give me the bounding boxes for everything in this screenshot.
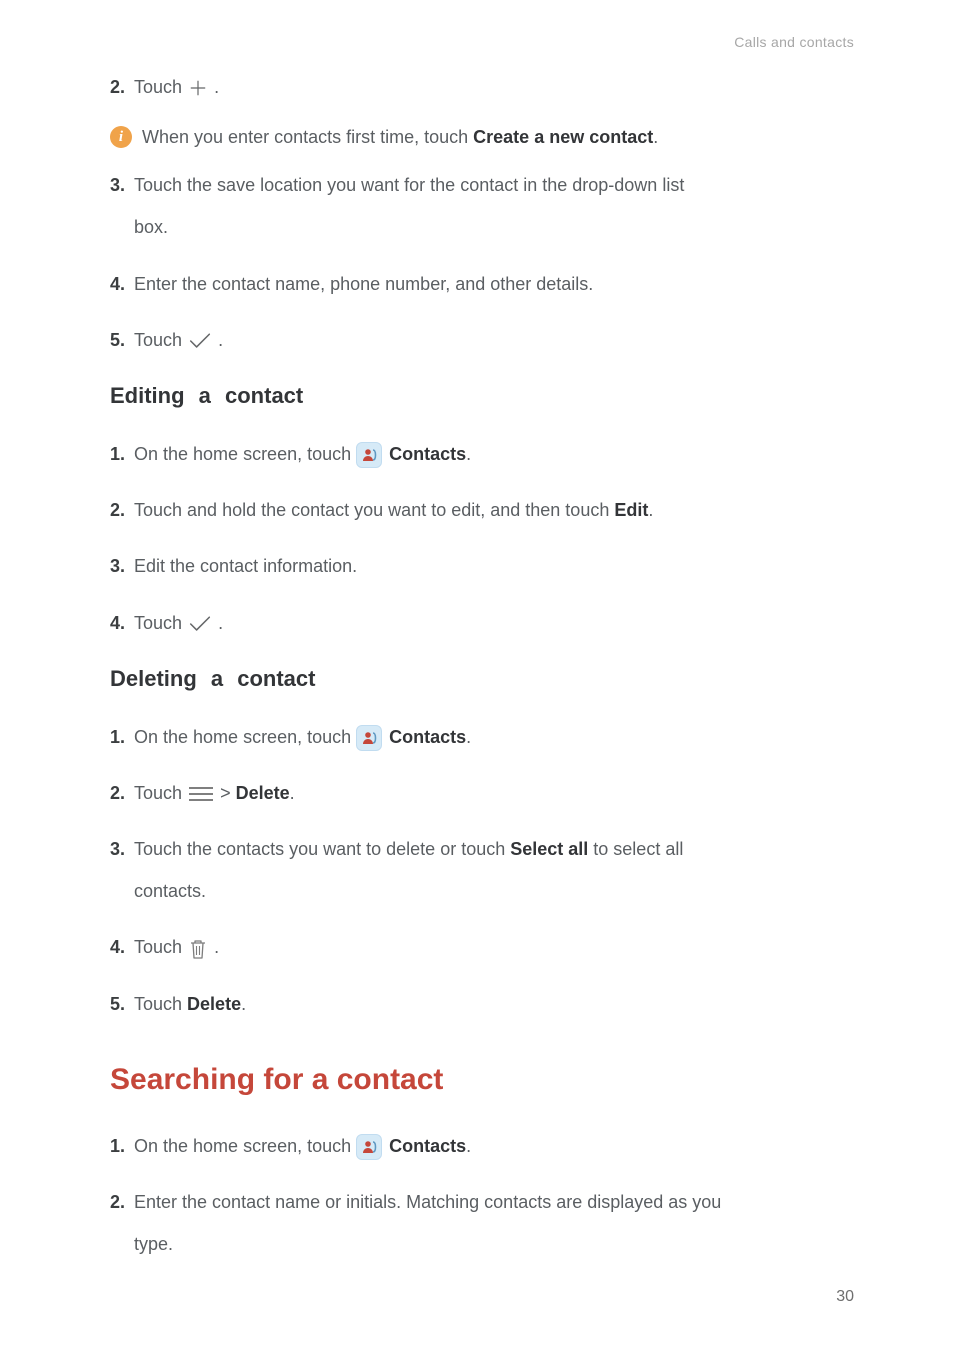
check-icon — [189, 616, 211, 632]
step-body: On the home screen, touch Contacts. — [134, 1129, 854, 1163]
page-number: 30 — [836, 1288, 854, 1306]
step-body: Touch > Delete. — [134, 776, 854, 810]
step-body: Touch the contacts you want to delete or… — [134, 832, 854, 866]
step-body: Touch . — [134, 323, 854, 357]
step-body: Touch Delete. — [134, 987, 854, 1021]
list-item: 2. Touch > Delete. — [110, 776, 854, 810]
contacts-app-icon — [356, 725, 382, 751]
list-item: 5. Touch Delete. — [110, 987, 854, 1021]
step-number: 4. — [110, 930, 134, 964]
step-number: 2. — [110, 70, 134, 104]
list-item: 3. Touch the contacts you want to delete… — [110, 832, 854, 866]
list-item: 1. On the home screen, touch Contacts. — [110, 1129, 854, 1163]
step-body: On the home screen, touch Contacts. — [134, 720, 854, 754]
step-number: 3. — [110, 549, 134, 583]
check-icon — [189, 333, 211, 349]
step-number: 2. — [110, 1185, 134, 1219]
step-number: 5. — [110, 323, 134, 357]
menu-icon — [189, 786, 213, 802]
list-item: 2. Enter the contact name or initials. M… — [110, 1185, 854, 1219]
list-item: 4. Touch . — [110, 606, 854, 640]
step-continuation: contacts. — [110, 874, 854, 908]
step-number: 2. — [110, 776, 134, 810]
list-item: 1. On the home screen, touch Contacts. — [110, 437, 854, 471]
page-header: Calls and contacts — [110, 34, 854, 50]
step-number: 3. — [110, 168, 134, 202]
step-body: Touch . — [134, 70, 854, 104]
list-item: 2. Touch . — [110, 70, 854, 104]
step-number: 1. — [110, 1129, 134, 1163]
step-body: Touch and hold the contact you want to e… — [134, 493, 854, 527]
trash-icon — [189, 938, 207, 960]
step-number: 1. — [110, 437, 134, 471]
step-continuation: box. — [110, 210, 854, 244]
list-item: 2. Touch and hold the contact you want t… — [110, 493, 854, 527]
step-number: 5. — [110, 987, 134, 1021]
step-number: 2. — [110, 493, 134, 527]
step-number: 1. — [110, 720, 134, 754]
list-item: 4. Touch . — [110, 930, 854, 964]
step-body: Enter the contact name or initials. Matc… — [134, 1185, 854, 1219]
section-heading-searching: Searching for a contact — [110, 1063, 854, 1097]
step-body: Touch . — [134, 930, 854, 964]
step-number: 4. — [110, 606, 134, 640]
step-body: Edit the contact information. — [134, 549, 854, 583]
info-callout: i When you enter contacts first time, to… — [110, 126, 854, 148]
step-number: 4. — [110, 267, 134, 301]
section-heading-deleting: Deleting a contact — [110, 666, 854, 692]
list-item: 1. On the home screen, touch Contacts. — [110, 720, 854, 754]
step-number: 3. — [110, 832, 134, 866]
list-item: 4. Enter the contact name, phone number,… — [110, 267, 854, 301]
step-body: On the home screen, touch Contacts. — [134, 437, 854, 471]
list-item: 3. Edit the contact information. — [110, 549, 854, 583]
step-continuation: type. — [110, 1227, 854, 1261]
plus-icon — [189, 79, 207, 97]
list-item: 5. Touch . — [110, 323, 854, 357]
step-body: Enter the contact name, phone number, an… — [134, 267, 854, 301]
info-icon: i — [110, 126, 132, 148]
step-body: Touch the save location you want for the… — [134, 168, 854, 202]
info-text: When you enter contacts first time, touc… — [142, 127, 658, 148]
contacts-app-icon — [356, 442, 382, 468]
contacts-app-icon — [356, 1134, 382, 1160]
list-item: 3. Touch the save location you want for … — [110, 168, 854, 202]
section-heading-editing: Editing a contact — [110, 383, 854, 409]
breadcrumb: Calls and contacts — [734, 34, 854, 50]
step-body: Touch . — [134, 606, 854, 640]
